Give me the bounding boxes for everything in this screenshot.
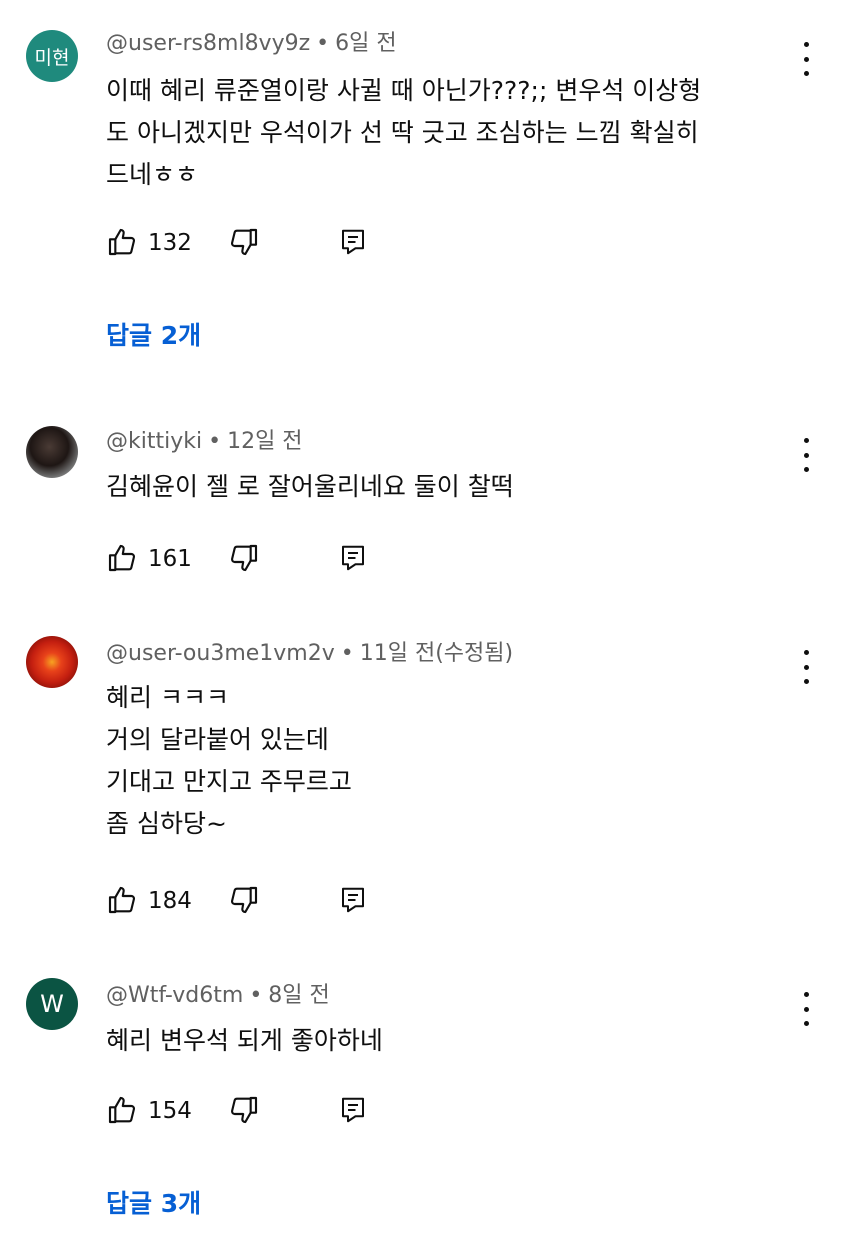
comment-meta: @user-rs8ml8vy9z • 6일 전 — [106, 30, 397, 58]
thumbs-up-icon — [108, 886, 136, 914]
view-replies-button[interactable]: 답글 3개 — [106, 1188, 201, 1220]
thumbs-up-icon — [108, 1096, 136, 1124]
view-replies-button[interactable]: 답글 2개 — [106, 320, 201, 352]
comment-line: 기대고 만지고 주무르고 — [106, 767, 352, 796]
thumbs-down-icon — [230, 544, 258, 572]
more-vert-icon[interactable] — [796, 650, 816, 684]
dislike-button[interactable] — [228, 542, 260, 574]
meta-separator: • — [340, 641, 354, 666]
comment-time[interactable]: 8일 전 — [268, 983, 329, 1008]
comment-line: 거의 달라붙어 있는데 — [106, 725, 329, 754]
reply-button[interactable] — [338, 226, 368, 258]
comment-text: 혜리 변우석 되게 좋아하네 — [106, 1020, 796, 1062]
like-count: 154 — [148, 1098, 192, 1124]
comment-text: 혜리 ㅋㅋㅋ 거의 달라붙어 있는데 기대고 만지고 주무르고 좀 심하당~ — [106, 677, 796, 845]
reply-icon — [342, 229, 364, 255]
more-vert-icon[interactable] — [796, 992, 816, 1026]
reply-button[interactable] — [338, 1094, 368, 1126]
dislike-button[interactable] — [228, 1094, 260, 1126]
meta-separator: • — [249, 983, 263, 1008]
reply-icon — [342, 887, 364, 913]
comment-author[interactable]: @kittiyki — [106, 429, 202, 454]
comment-meta: @Wtf-vd6tm • 8일 전 — [106, 982, 330, 1010]
comment-time[interactable]: 12일 전 — [227, 429, 302, 454]
more-vert-icon[interactable] — [796, 438, 816, 472]
comment-meta: @user-ou3me1vm2v • 11일 전(수정됨) — [106, 640, 513, 668]
comment-author[interactable]: @user-rs8ml8vy9z — [106, 31, 310, 56]
thumbs-down-icon — [230, 1096, 258, 1124]
reply-button[interactable] — [338, 884, 368, 916]
comment-line: 도 아니겠지만 우석이가 선 딱 긋고 조심하는 느낌 확실히 — [106, 118, 699, 147]
reply-button[interactable] — [338, 542, 368, 574]
like-button[interactable] — [106, 542, 138, 574]
meta-separator: • — [208, 429, 222, 454]
like-count: 132 — [148, 230, 192, 256]
meta-separator: • — [316, 31, 330, 56]
comment-time[interactable]: 6일 전 — [335, 31, 396, 56]
comment-line: 김혜윤이 젤 로 잘어울리네요 둘이 찰떡 — [106, 472, 514, 501]
avatar-initials: W — [40, 990, 64, 1018]
comment-author[interactable]: @user-ou3me1vm2v — [106, 641, 335, 666]
reply-icon — [342, 1097, 364, 1123]
like-button[interactable] — [106, 226, 138, 258]
dislike-button[interactable] — [228, 226, 260, 258]
comment-time[interactable]: 11일 전(수정됨) — [360, 641, 513, 666]
comment-line: 좀 심하당~ — [106, 809, 227, 838]
avatar[interactable] — [26, 636, 78, 688]
dislike-button[interactable] — [228, 884, 260, 916]
avatar-initials: 미현 — [34, 46, 70, 69]
avatar[interactable]: 미현 — [26, 30, 78, 82]
more-vert-icon[interactable] — [796, 42, 816, 76]
reply-icon — [342, 545, 364, 571]
like-button[interactable] — [106, 884, 138, 916]
like-count: 161 — [148, 546, 192, 572]
thumbs-down-icon — [230, 228, 258, 256]
comment-meta: @kittiyki • 12일 전 — [106, 428, 303, 456]
comment-line: 혜리 변우석 되게 좋아하네 — [106, 1026, 383, 1055]
like-button[interactable] — [106, 1094, 138, 1126]
comment-line: 드네ㅎㅎ — [106, 160, 199, 189]
comment-line: 혜리 ㅋㅋㅋ — [106, 683, 229, 712]
comment-author[interactable]: @Wtf-vd6tm — [106, 983, 243, 1008]
thumbs-up-icon — [108, 544, 136, 572]
comment-text: 김혜윤이 젤 로 잘어울리네요 둘이 찰떡 — [106, 466, 796, 508]
comment-text: 이때 혜리 류준열이랑 사귈 때 아닌가???;; 변우석 이상형 도 아니겠지… — [106, 70, 796, 196]
thumbs-down-icon — [230, 886, 258, 914]
comment-line: 이때 혜리 류준열이랑 사귈 때 아닌가???;; 변우석 이상형 — [106, 76, 702, 105]
thumbs-up-icon — [108, 228, 136, 256]
avatar[interactable] — [26, 426, 78, 478]
like-count: 184 — [148, 888, 192, 914]
avatar[interactable]: W — [26, 978, 78, 1030]
